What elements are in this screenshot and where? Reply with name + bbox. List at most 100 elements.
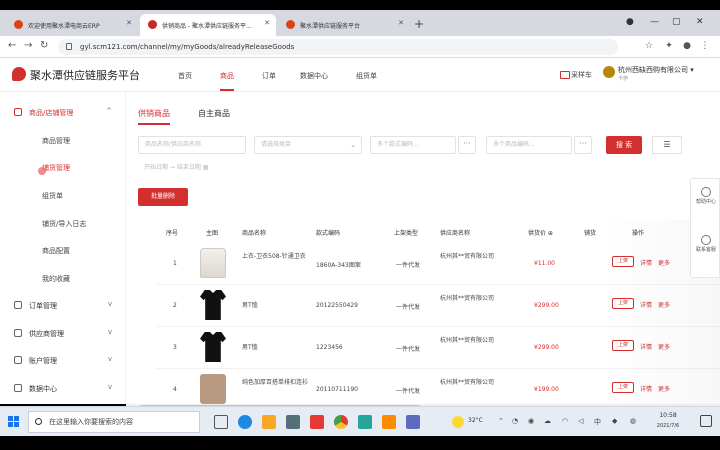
supply-price: ¥299.00 xyxy=(534,302,559,309)
wifi-icon[interactable]: ◠ xyxy=(562,417,568,425)
notification-icon[interactable] xyxy=(700,415,712,427)
product-name[interactable]: 纯色加厚百搭单排扣连衫 xyxy=(242,378,308,387)
address-bar-row: ← → ↻ gyl.scm121.com/channel/my/myGoods/… xyxy=(0,36,720,58)
listing-type: 一件代发 xyxy=(396,304,421,311)
style-code-input[interactable]: 多个款式编码... xyxy=(370,136,456,154)
product-name[interactable]: 男T恤 xyxy=(242,301,308,310)
product-image[interactable] xyxy=(200,248,226,278)
file-explorer-icon[interactable] xyxy=(262,415,276,429)
browser-tab-platform[interactable]: 聚水潭供应链服务平台 ✕ xyxy=(278,14,410,36)
product-image[interactable] xyxy=(200,374,226,404)
tray-app-icon[interactable]: ◉ xyxy=(528,417,534,425)
volume-icon[interactable]: ◁ xyxy=(578,417,583,425)
account-icon[interactable]: ● xyxy=(682,41,692,51)
goods-name-input[interactable]: 商品名称/供应商名称 xyxy=(138,136,246,154)
view-toggle-button[interactable]: ☰ xyxy=(652,136,682,154)
browser-tab-erp[interactable]: 欢迎使用聚水潭电商云ERP ✕ xyxy=(6,14,138,36)
row-index: 2 xyxy=(173,302,177,309)
cloud-icon[interactable]: ☁ xyxy=(544,417,551,425)
nav-home[interactable]: 首页 xyxy=(178,71,192,81)
windows-start-icon[interactable] xyxy=(8,416,20,428)
new-tab-button[interactable]: + xyxy=(414,17,424,31)
category-select[interactable]: 请选择类目 ⌄ xyxy=(254,136,362,154)
sidebar-item-goods-management[interactable]: 商品管理 xyxy=(42,136,70,146)
weather-temperature[interactable]: 32°C xyxy=(468,417,483,424)
menu-icon[interactable]: ⋮ xyxy=(700,41,710,51)
company-switcher[interactable]: 杭州西缺西购有限公司 ▾ xyxy=(618,65,694,75)
style-code-more-button[interactable]: ··· xyxy=(458,136,476,154)
product-name[interactable]: 男T恤 xyxy=(242,343,308,352)
edge-icon[interactable] xyxy=(238,415,252,429)
tray-app-icon[interactable]: ◆ xyxy=(612,417,617,425)
nav-orders[interactable]: 订单 xyxy=(262,71,276,81)
app-icon[interactable] xyxy=(358,415,372,429)
supplier-name: 杭州其**贸有限公司 xyxy=(440,295,495,302)
tab-supply-goods[interactable]: 供销商品 xyxy=(138,108,170,125)
column-header-distribution: 铺货 xyxy=(584,230,597,237)
sidebar-item-assembly-order[interactable]: 组货单 xyxy=(42,191,63,201)
tray-app-icon[interactable]: ◍ xyxy=(630,417,636,425)
task-view-icon[interactable] xyxy=(214,415,228,429)
contact-service-button[interactable]: 联系客服 xyxy=(694,235,718,254)
sidebar-group-goods-shop[interactable]: 商品/店铺管理 ^ xyxy=(14,107,118,118)
store-icon[interactable] xyxy=(286,415,300,429)
extensions-icon[interactable]: ✦ xyxy=(664,41,674,51)
app-icon[interactable] xyxy=(310,415,324,429)
app-icon[interactable] xyxy=(382,415,396,429)
close-tab-icon[interactable]: ✕ xyxy=(126,19,132,27)
date-range-text: 开始日期 → 结束日期 xyxy=(144,164,201,171)
app-icon[interactable] xyxy=(406,415,420,429)
close-window-icon[interactable]: ✕ xyxy=(696,17,704,27)
avatar[interactable] xyxy=(603,66,615,78)
minimize-icon[interactable]: — xyxy=(650,17,659,27)
style-code: 1223456 xyxy=(316,344,343,351)
ime-icon[interactable]: 中 xyxy=(594,417,601,427)
forward-icon[interactable]: → xyxy=(24,40,32,51)
product-code-input[interactable]: 多个商品编码... xyxy=(486,136,572,154)
bookmark-star-icon[interactable]: ☆ xyxy=(644,41,654,51)
network-icon[interactable]: ◔ xyxy=(512,417,518,425)
close-tab-icon[interactable]: ✕ xyxy=(398,19,404,27)
back-icon[interactable]: ← xyxy=(8,40,16,51)
tray-chevron-up-icon[interactable]: ⌃ xyxy=(498,417,504,425)
clock-time[interactable]: 10:58 xyxy=(648,412,688,419)
maximize-icon[interactable]: ▢ xyxy=(672,17,681,27)
clock-date[interactable]: 2021/7/6 xyxy=(648,423,688,429)
profile-icon[interactable]: ● xyxy=(626,17,634,27)
column-header-listing-type: 上架类型 xyxy=(394,230,419,237)
date-range-picker[interactable]: 开始日期 → 结束日期 ▦ xyxy=(138,160,246,176)
brand-title[interactable]: 聚水潭供应链服务平台 xyxy=(30,67,140,83)
url-field[interactable]: gyl.scm121.com/channel/my/myGoods/alread… xyxy=(58,39,618,55)
sidebar-group-data-center[interactable]: 数据中心 v xyxy=(14,383,118,394)
nav-data-center[interactable]: 数据中心 xyxy=(300,71,328,81)
nav-goods[interactable]: 商品 xyxy=(220,71,234,91)
sidebar-item-favorites[interactable]: 我的收藏 xyxy=(42,274,70,284)
taskbar-search-input[interactable]: 在这里输入你要搜索的内容 xyxy=(28,411,200,433)
sidebar-item-distribution-management[interactable]: 铺货管理 xyxy=(42,163,70,173)
sidebar-item-goods-config[interactable]: 商品配置 xyxy=(42,246,70,256)
product-image[interactable] xyxy=(200,290,226,320)
help-center-button[interactable]: 帮助中心 xyxy=(694,187,718,206)
product-name[interactable]: 上衣-卫衣508-针通卫衣 xyxy=(242,252,308,261)
sidebar-group-orders[interactable]: 订单管理 v xyxy=(14,300,118,311)
chrome-icon[interactable] xyxy=(334,415,348,429)
supplier-name: 杭州其**贸有限公司 xyxy=(440,379,495,386)
sample-cart-button[interactable]: 采样车 xyxy=(560,70,592,80)
main-content: 供销商品 自主商品 商品名称/供应商名称 请选择类目 ⌄ 多个款式编码... ·… xyxy=(126,92,720,404)
tab-own-goods[interactable]: 自主商品 xyxy=(198,108,230,119)
product-code-more-button[interactable]: ··· xyxy=(574,136,592,154)
browser-tab-goods[interactable]: 供销商品 - 聚水潭供应链服务平... ✕ xyxy=(140,14,276,36)
product-image[interactable] xyxy=(200,332,226,362)
search-button[interactable]: 搜 索 xyxy=(606,136,642,154)
tab-favicon-icon xyxy=(286,20,295,29)
nav-assembly-order[interactable]: 组货单 xyxy=(356,71,377,81)
reload-icon[interactable]: ↻ xyxy=(40,40,48,51)
sidebar-item-import-log[interactable]: 铺货/导入日志 xyxy=(42,219,86,229)
sidebar-group-suppliers[interactable]: 供应商管理 v xyxy=(14,328,118,339)
batch-delete-button[interactable]: 批量删除 xyxy=(138,188,188,206)
category-placeholder: 请选择类目 xyxy=(261,141,292,148)
sidebar-group-account[interactable]: 账户管理 v xyxy=(14,355,118,366)
supplier-name: 杭州其**贸有限公司 xyxy=(440,337,495,344)
close-tab-icon[interactable]: ✕ xyxy=(264,19,270,27)
taskbar-search-placeholder: 在这里输入你要搜索的内容 xyxy=(49,418,133,426)
